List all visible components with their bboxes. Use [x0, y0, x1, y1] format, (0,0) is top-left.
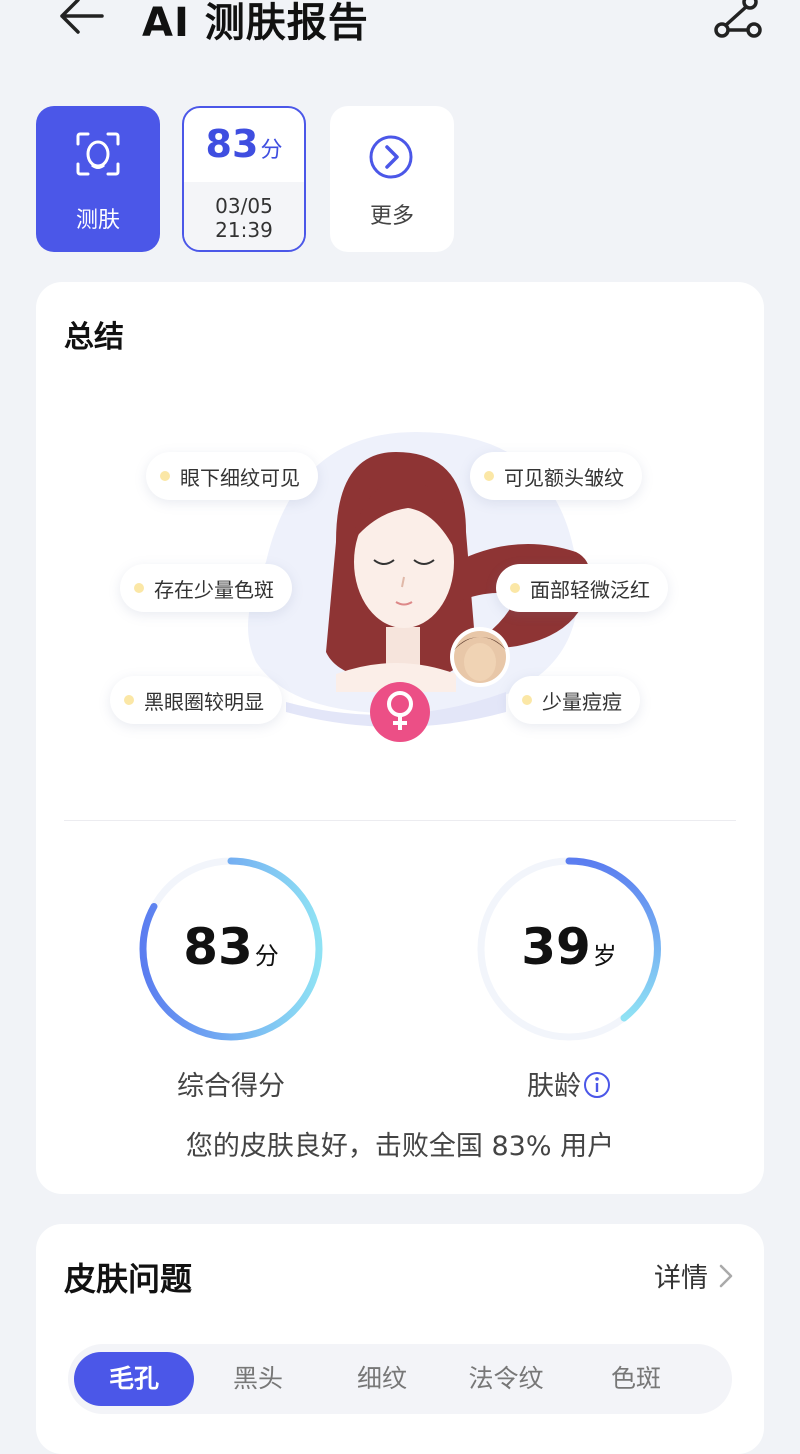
more-label: 更多	[369, 204, 414, 229]
overall-score-unit: 分	[254, 942, 279, 970]
tab-pores[interactable]: 毛孔	[74, 1352, 194, 1406]
tag-dot-icon	[160, 471, 170, 481]
record-score-unit: 分	[260, 138, 283, 163]
more-button[interactable]: 更多	[330, 106, 454, 252]
history-record-chip[interactable]: 83分 03/05 21:39	[182, 106, 306, 252]
tag-label: 少量痘痘	[542, 689, 622, 714]
skin-age: 39岁	[474, 918, 664, 976]
info-icon[interactable]	[583, 1071, 611, 1099]
share-icon[interactable]	[708, 0, 768, 44]
record-time: 21:39	[215, 218, 273, 242]
tab-blackheads[interactable]: 黑头	[198, 1352, 318, 1406]
tag-spots: 存在少量色斑	[120, 564, 292, 612]
tag-dot-icon	[124, 695, 134, 705]
tag-dot-icon	[134, 583, 144, 593]
tag-dot-icon	[510, 583, 520, 593]
overall-score: 83分	[136, 918, 326, 976]
tag-acne: 少量痘痘	[508, 676, 640, 724]
scan-skin-button[interactable]: 测肤	[36, 106, 160, 252]
skin-issue-tabs: 毛孔 黑头 细纹 法令纹 色斑	[68, 1344, 732, 1414]
skin-age-label-row: 肤龄	[474, 1064, 664, 1103]
tag-redness: 面部轻微泛红	[496, 564, 668, 612]
divider	[64, 820, 736, 821]
record-score-value: 83	[205, 122, 259, 166]
tag-eye-fine-lines: 眼下细纹可见	[146, 452, 318, 500]
scan-skin-label: 测肤	[75, 208, 120, 233]
chevron-right-circle-icon	[369, 135, 413, 179]
chevron-right-icon	[719, 1264, 733, 1287]
overall-score-label: 综合得分	[177, 1071, 285, 1102]
tab-fine-lines[interactable]: 细纹	[322, 1352, 442, 1406]
tab-nasolabial-folds[interactable]: 法令纹	[446, 1352, 566, 1406]
summary-card: 总结 眼下细纹可见 可见额头皱纹 存在少量色斑 面部轻微泛红 黑眼圈较明显 少量…	[36, 282, 764, 1194]
tag-dot-icon	[522, 695, 532, 705]
page-title: AI 测肤报告	[142, 0, 369, 46]
top-bar: AI 测肤报告	[0, 0, 800, 60]
tag-label: 面部轻微泛红	[530, 577, 650, 602]
tag-label: 黑眼圈较明显	[144, 689, 264, 714]
skin-age-value: 39	[521, 918, 591, 976]
tag-label: 可见额头皱纹	[504, 465, 624, 490]
details-label: 详情	[654, 1263, 708, 1294]
record-date: 03/05	[215, 194, 273, 218]
tag-dark-circles: 黑眼圈较明显	[110, 676, 282, 724]
details-link[interactable]: 详情	[654, 1256, 736, 1295]
tag-label: 眼下细纹可见	[180, 465, 300, 490]
face-scan-icon	[76, 132, 120, 176]
back-arrow-icon[interactable]	[52, 0, 112, 44]
tab-spots[interactable]: 色斑	[576, 1352, 696, 1406]
tag-dot-icon	[484, 471, 494, 481]
record-datetime: 03/05 21:39	[184, 182, 304, 250]
tag-label: 存在少量色斑	[154, 577, 274, 602]
summary-result-text: 您的皮肤良好，击败全国 83% 用户	[185, 1131, 615, 1162]
summary-title: 总结	[64, 320, 124, 355]
overall-score-value: 83	[183, 918, 253, 976]
tag-forehead-wrinkles: 可见额头皱纹	[470, 452, 642, 500]
skin-issues-title: 皮肤问题	[64, 1260, 193, 1298]
record-score: 83分	[184, 122, 304, 166]
skin-age-unit: 岁	[592, 942, 617, 970]
skin-issues-card: 皮肤问题 详情 毛孔 黑头 细纹 法令纹 色斑	[36, 1224, 764, 1454]
skin-age-label: 肤龄	[527, 1071, 581, 1102]
